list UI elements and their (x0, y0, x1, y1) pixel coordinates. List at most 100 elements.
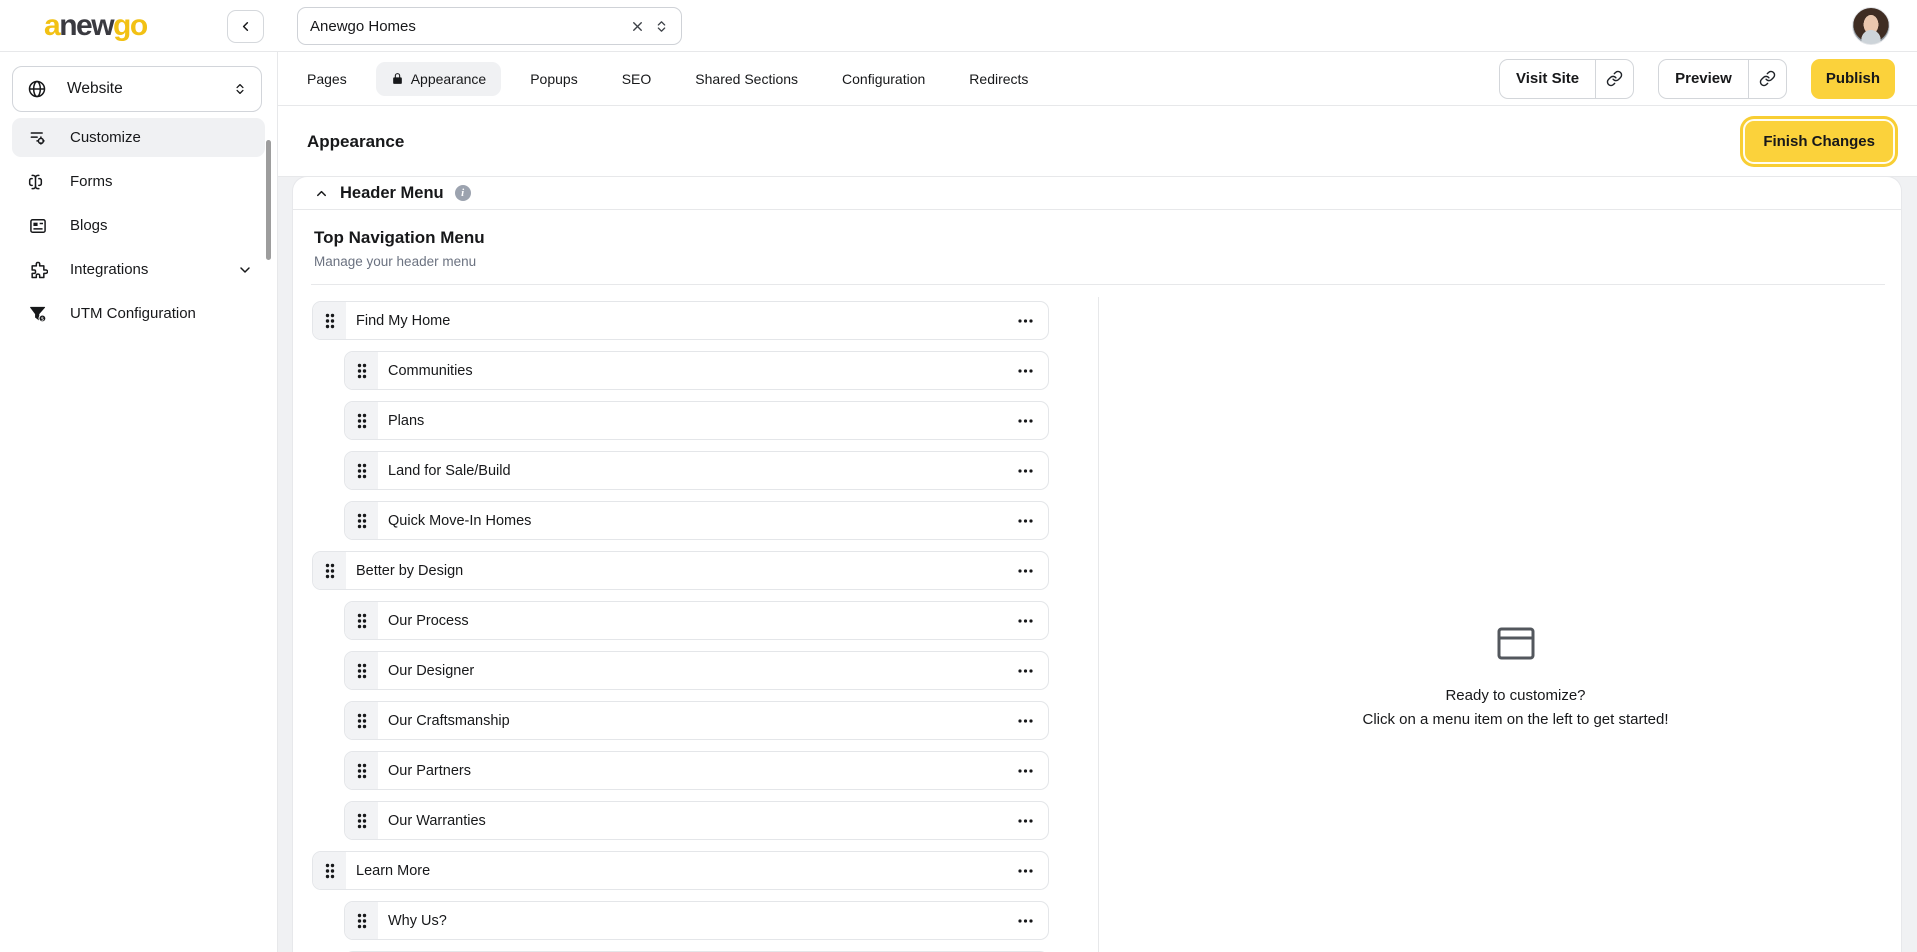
menu-item-row[interactable]: Communities (344, 351, 1049, 390)
sidebar-scrollbar-thumb[interactable] (266, 140, 271, 260)
more-options-button[interactable] (1012, 310, 1038, 332)
menu-item-row[interactable]: Our Designer (344, 651, 1049, 690)
header-menu-section-header[interactable]: Header Menu i (293, 177, 1901, 210)
menu-item-row[interactable]: Find My Home (312, 301, 1049, 340)
menu-item-row[interactable]: Our Partners (344, 751, 1049, 790)
tab-popups[interactable]: Popups (515, 62, 592, 96)
website-selector-label: Website (67, 80, 123, 98)
external-link-icon[interactable] (1595, 60, 1633, 98)
drag-handle[interactable] (345, 902, 378, 939)
drag-handle[interactable] (345, 652, 378, 689)
visit-site-button[interactable]: Visit Site (1500, 60, 1595, 98)
menu-item-row[interactable]: Our Warranties (344, 801, 1049, 840)
menu-item-row[interactable]: Better by Design (312, 551, 1049, 590)
menu-item-row[interactable]: Land for Sale/Build (344, 451, 1049, 490)
preview-button[interactable]: Preview (1659, 60, 1748, 98)
drag-handle[interactable] (345, 452, 378, 489)
globe-icon (27, 79, 47, 99)
sidebar-item-utm-configuration[interactable]: $ UTM Configuration (12, 294, 265, 333)
website-selector[interactable]: Website (12, 66, 262, 112)
more-options-button[interactable] (1012, 810, 1038, 832)
sidebar-item-label: UTM Configuration (70, 305, 196, 322)
menu-item-label: Plans (388, 413, 424, 429)
drag-handle[interactable] (345, 402, 378, 439)
drag-handle[interactable] (345, 752, 378, 789)
menu-item-label: Our Designer (388, 663, 474, 679)
external-link-icon[interactable] (1748, 60, 1786, 98)
menu-item-label: Our Craftsmanship (388, 713, 510, 729)
menu-item-row[interactable]: Our Process (344, 601, 1049, 640)
sidebar-collapse-button[interactable] (227, 10, 264, 43)
drag-handle[interactable] (313, 302, 346, 339)
avatar[interactable] (1852, 7, 1890, 45)
form-input-icon (28, 172, 48, 192)
project-selector[interactable]: Anewgo Homes (297, 7, 682, 45)
project-selector-value: Anewgo Homes (310, 18, 416, 35)
menu-item-row[interactable]: Quick Move-In Homes (344, 501, 1049, 540)
workspace: Header Menu i Top Navigation Menu Manage… (278, 177, 1917, 952)
page-header: Appearance Finish Changes (278, 106, 1917, 177)
puzzle-icon (28, 260, 48, 280)
more-options-button[interactable] (1012, 560, 1038, 582)
more-options-button[interactable] (1012, 860, 1038, 882)
visit-site-button-group: Visit Site (1499, 59, 1634, 99)
clear-icon[interactable] (630, 19, 645, 34)
sidebar: Website Customize Forms Blogs (0, 52, 278, 952)
drag-handle[interactable] (345, 602, 378, 639)
site-tabs-bar: Pages Appearance Popups SEO Shared Secti… (278, 52, 1917, 106)
header-menu-list: Find My Home Communities Plans Land for … (312, 301, 1049, 952)
menu-item-label: Our Partners (388, 763, 471, 779)
menu-item-row[interactable]: Learn More (312, 851, 1049, 890)
header-menu-card: Header Menu i Top Navigation Menu Manage… (293, 177, 1901, 952)
more-options-button[interactable] (1012, 710, 1038, 732)
drag-handle[interactable] (345, 502, 378, 539)
more-options-button[interactable] (1012, 760, 1038, 782)
anewgo-logo: anewgo (44, 9, 147, 43)
info-icon[interactable]: i (455, 185, 471, 201)
publish-button[interactable]: Publish (1811, 59, 1895, 99)
logo-part: go (113, 9, 147, 42)
more-options-button[interactable] (1012, 910, 1038, 932)
chevron-up-icon[interactable] (314, 186, 329, 201)
more-options-button[interactable] (1012, 410, 1038, 432)
top-bar: anewgo Anewgo Homes (0, 0, 1917, 52)
sidebar-item-forms[interactable]: Forms (12, 162, 265, 201)
tab-configuration[interactable]: Configuration (827, 62, 940, 96)
tab-shared-sections[interactable]: Shared Sections (680, 62, 813, 96)
menu-item-label: Why Us? (388, 913, 447, 929)
sidebar-item-label: Blogs (70, 217, 108, 234)
chevron-up-down-icon (233, 82, 247, 96)
more-options-button[interactable] (1012, 360, 1038, 382)
more-options-button[interactable] (1012, 510, 1038, 532)
sidebar-item-customize[interactable]: Customize (12, 118, 265, 157)
drag-handle[interactable] (345, 352, 378, 389)
drag-handle[interactable] (345, 802, 378, 839)
sidebar-item-integrations[interactable]: Integrations (12, 250, 265, 289)
menu-item-label: Our Warranties (388, 813, 486, 829)
tab-appearance[interactable]: Appearance (376, 62, 502, 96)
subsection-title: Top Navigation Menu (314, 228, 1880, 248)
divider (311, 284, 1885, 285)
sidebar-item-blogs[interactable]: Blogs (12, 206, 265, 245)
lock-icon (391, 72, 404, 85)
svg-text:$: $ (41, 316, 44, 322)
more-options-button[interactable] (1012, 660, 1038, 682)
tab-seo[interactable]: SEO (607, 62, 667, 96)
tab-pages[interactable]: Pages (292, 62, 362, 96)
drag-handle[interactable] (313, 852, 346, 889)
menu-item-label: Better by Design (356, 563, 463, 579)
menu-item-row[interactable]: Why Us? (344, 901, 1049, 940)
chevron-up-down-icon[interactable] (654, 19, 669, 34)
sidebar-item-label: Customize (70, 129, 141, 146)
menu-item-row[interactable]: Our Craftsmanship (344, 701, 1049, 740)
drag-handle[interactable] (313, 552, 346, 589)
tab-redirects[interactable]: Redirects (954, 62, 1043, 96)
more-options-button[interactable] (1012, 460, 1038, 482)
panel-divider (1098, 297, 1099, 952)
finish-changes-button[interactable]: Finish Changes (1745, 121, 1893, 162)
drag-handle[interactable] (345, 702, 378, 739)
more-options-button[interactable] (1012, 610, 1038, 632)
utm-funnel-icon: $ (28, 304, 48, 324)
empty-state-title: Ready to customize? (1130, 687, 1901, 704)
menu-item-row[interactable]: Plans (344, 401, 1049, 440)
